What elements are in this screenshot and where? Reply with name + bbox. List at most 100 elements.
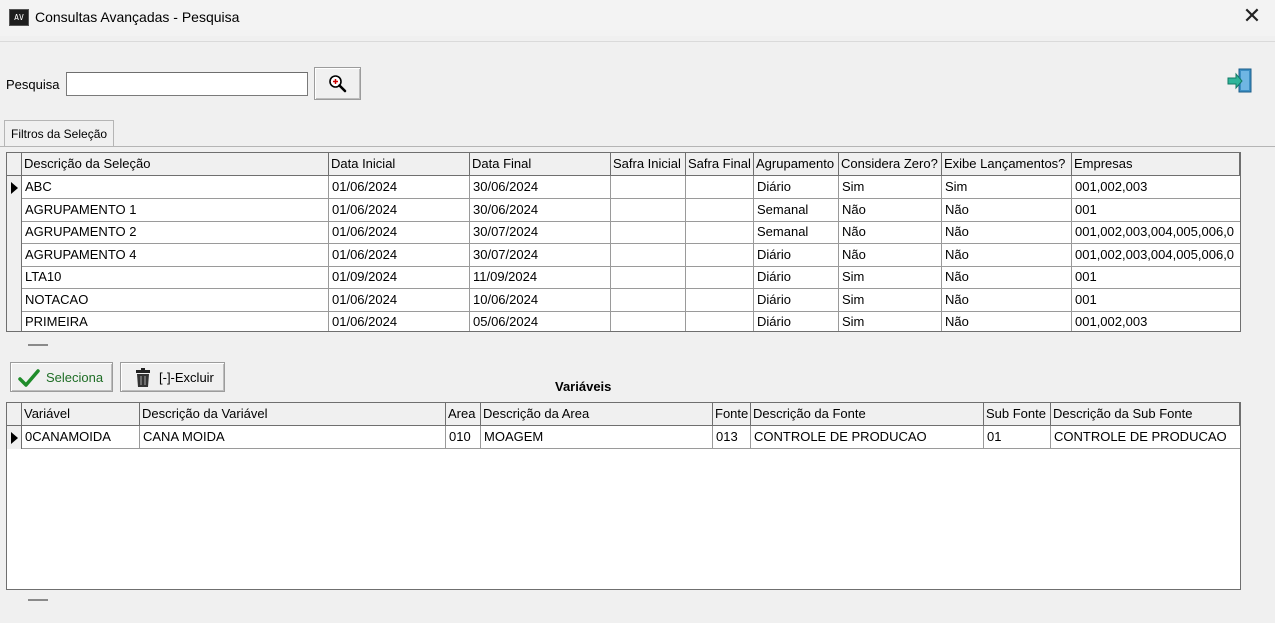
table-cell[interactable]: 11/09/2024 (470, 266, 611, 288)
table-cell[interactable] (686, 311, 754, 331)
header-area[interactable]: Area (446, 403, 481, 425)
table-cell[interactable]: 30/07/2024 (470, 243, 611, 266)
row-indicator[interactable] (7, 198, 22, 222)
table-cell[interactable]: Não (839, 198, 942, 221)
table-cell[interactable]: AGRUPAMENTO 1 (22, 198, 329, 221)
table-cell[interactable]: 013 (713, 426, 751, 448)
table-cell[interactable]: Sim (839, 266, 942, 288)
table-row[interactable]: ABC 01/06/2024 30/06/2024 Diário Sim Sim 001,0… (7, 176, 1240, 199)
variables-hscroll[interactable] (28, 599, 48, 601)
table-cell[interactable] (686, 266, 754, 288)
table-cell[interactable]: PRIMEIRA (22, 311, 329, 331)
table-row[interactable]: PRIMEIRA 01/06/2024 05/06/2024 Diário Sim Não… (7, 311, 1240, 331)
table-cell[interactable] (611, 288, 686, 311)
table-cell[interactable]: CANA MOIDA (140, 426, 446, 448)
table-cell[interactable]: Não (839, 243, 942, 266)
header-descricao-fonte[interactable]: Descrição da Fonte (751, 403, 984, 425)
table-cell[interactable]: MOAGEM (481, 426, 713, 448)
table-cell[interactable]: Não (839, 221, 942, 243)
table-cell[interactable]: 01/06/2024 (329, 243, 470, 266)
row-indicator[interactable] (7, 243, 22, 267)
row-indicator[interactable] (7, 221, 22, 244)
seleciona-button[interactable]: Seleciona (10, 362, 113, 392)
table-cell[interactable]: 001 (1072, 289, 1240, 311)
table-cell[interactable]: Semanal (754, 221, 839, 243)
filters-hscroll[interactable] (28, 344, 48, 346)
header-sub-fonte[interactable]: Sub Fonte (984, 403, 1051, 425)
table-cell[interactable]: 01/06/2024 (329, 176, 470, 198)
table-cell[interactable]: LTA10 (22, 266, 329, 288)
table-cell[interactable]: Sim (839, 176, 942, 198)
header-agrupamento[interactable]: Agrupamento (754, 153, 839, 175)
row-indicator[interactable] (7, 288, 22, 312)
header-considera-zero[interactable]: Considera Zero? (839, 153, 942, 175)
table-cell[interactable]: 10/06/2024 (470, 288, 611, 311)
table-row[interactable]: 0CANAMOIDA CANA MOIDA 010 MOAGEM 013 CONTROLE… (7, 426, 1240, 449)
table-cell[interactable]: Sim (942, 176, 1072, 198)
table-cell[interactable]: 001 (1072, 266, 1240, 288)
table-cell[interactable] (611, 176, 686, 198)
close-icon[interactable]: ✕ (1238, 4, 1266, 32)
table-cell[interactable]: Sim (839, 311, 942, 331)
table-cell[interactable]: Não (942, 288, 1072, 311)
table-cell[interactable]: 01/09/2024 (329, 266, 470, 288)
table-cell[interactable]: 001,002,003,004,005,006,0 (1072, 244, 1240, 266)
table-cell[interactable]: 001,002,003 (1072, 176, 1240, 198)
table-cell[interactable]: 001,002,003 (1072, 311, 1240, 331)
table-cell[interactable]: 01/06/2024 (329, 198, 470, 221)
header-variavel[interactable]: Variável (22, 403, 140, 425)
table-cell[interactable]: 01 (984, 426, 1051, 448)
tab-filtros-selecao[interactable]: Filtros da Seleção (4, 120, 115, 146)
table-cell[interactable]: 0CANAMOIDA (22, 426, 140, 448)
header-exibe-lancamentos[interactable]: Exibe Lançamentos? (942, 153, 1072, 175)
row-indicator[interactable] (7, 176, 22, 199)
header-descricao-sub-fonte[interactable]: Descrição da Sub Fonte (1051, 403, 1240, 425)
table-cell[interactable] (686, 221, 754, 243)
table-cell[interactable]: Diário (754, 176, 839, 198)
table-cell[interactable]: AGRUPAMENTO 4 (22, 243, 329, 266)
table-cell[interactable] (611, 221, 686, 243)
table-cell[interactable]: Semanal (754, 198, 839, 221)
table-cell[interactable]: 001,002,003,004,005,006,0 (1072, 221, 1240, 243)
table-cell[interactable]: 30/07/2024 (470, 221, 611, 243)
row-indicator[interactable] (7, 311, 22, 331)
header-descricao-area[interactable]: Descrição da Area (481, 403, 713, 425)
table-row[interactable]: AGRUPAMENTO 4 01/06/2024 30/07/2024 Diário N… (7, 243, 1240, 267)
exit-door-icon[interactable] (1226, 68, 1252, 94)
table-cell[interactable]: 01/06/2024 (329, 288, 470, 311)
table-cell[interactable] (611, 198, 686, 221)
table-cell[interactable]: 01/06/2024 (329, 311, 470, 331)
table-row[interactable]: AGRUPAMENTO 2 01/06/2024 30/07/2024 Semanal… (7, 221, 1240, 244)
table-cell[interactable]: 30/06/2024 (470, 176, 611, 198)
table-cell[interactable]: Diário (754, 243, 839, 266)
table-cell[interactable]: CONTROLE DE PRODUCAO (751, 426, 984, 448)
header-descricao-variavel[interactable]: Descrição da Variável (140, 403, 446, 425)
header-safra-final[interactable]: Safra Final (686, 153, 754, 175)
table-cell[interactable]: Não (942, 243, 1072, 266)
table-cell[interactable]: 05/06/2024 (470, 311, 611, 331)
table-cell[interactable] (686, 198, 754, 221)
table-cell[interactable]: Não (942, 311, 1072, 331)
header-fonte[interactable]: Fonte (713, 403, 751, 425)
excluir-button[interactable]: [-]-Excluir (120, 362, 225, 392)
table-cell[interactable]: Não (942, 198, 1072, 221)
table-cell[interactable]: 010 (446, 426, 481, 448)
filters-grid[interactable]: Descrição da Seleção Data Inicial Data F… (6, 152, 1241, 332)
table-cell[interactable]: Não (942, 266, 1072, 288)
search-button[interactable] (314, 67, 361, 100)
variables-grid[interactable]: Variável Descrição da Variável Area Desc… (6, 402, 1241, 590)
table-cell[interactable] (686, 288, 754, 311)
header-empresas[interactable]: Empresas (1072, 153, 1240, 175)
table-cell[interactable] (611, 311, 686, 331)
table-cell[interactable]: 01/06/2024 (329, 221, 470, 243)
table-cell[interactable]: AGRUPAMENTO 2 (22, 221, 329, 243)
table-row[interactable]: LTA10 01/09/2024 11/09/2024 Diário Sim Não 001 (7, 266, 1240, 289)
table-cell[interactable]: Sim (839, 288, 942, 311)
table-cell[interactable] (611, 243, 686, 266)
table-cell[interactable]: NOTACAO (22, 288, 329, 311)
table-row[interactable]: NOTACAO 01/06/2024 10/06/2024 Diário Sim Não 0… (7, 288, 1240, 312)
table-cell[interactable]: Diário (754, 288, 839, 311)
table-cell[interactable]: 30/06/2024 (470, 198, 611, 221)
table-cell[interactable]: CONTROLE DE PRODUCAO (1051, 426, 1240, 448)
header-safra-inicial[interactable]: Safra Inicial (611, 153, 686, 175)
